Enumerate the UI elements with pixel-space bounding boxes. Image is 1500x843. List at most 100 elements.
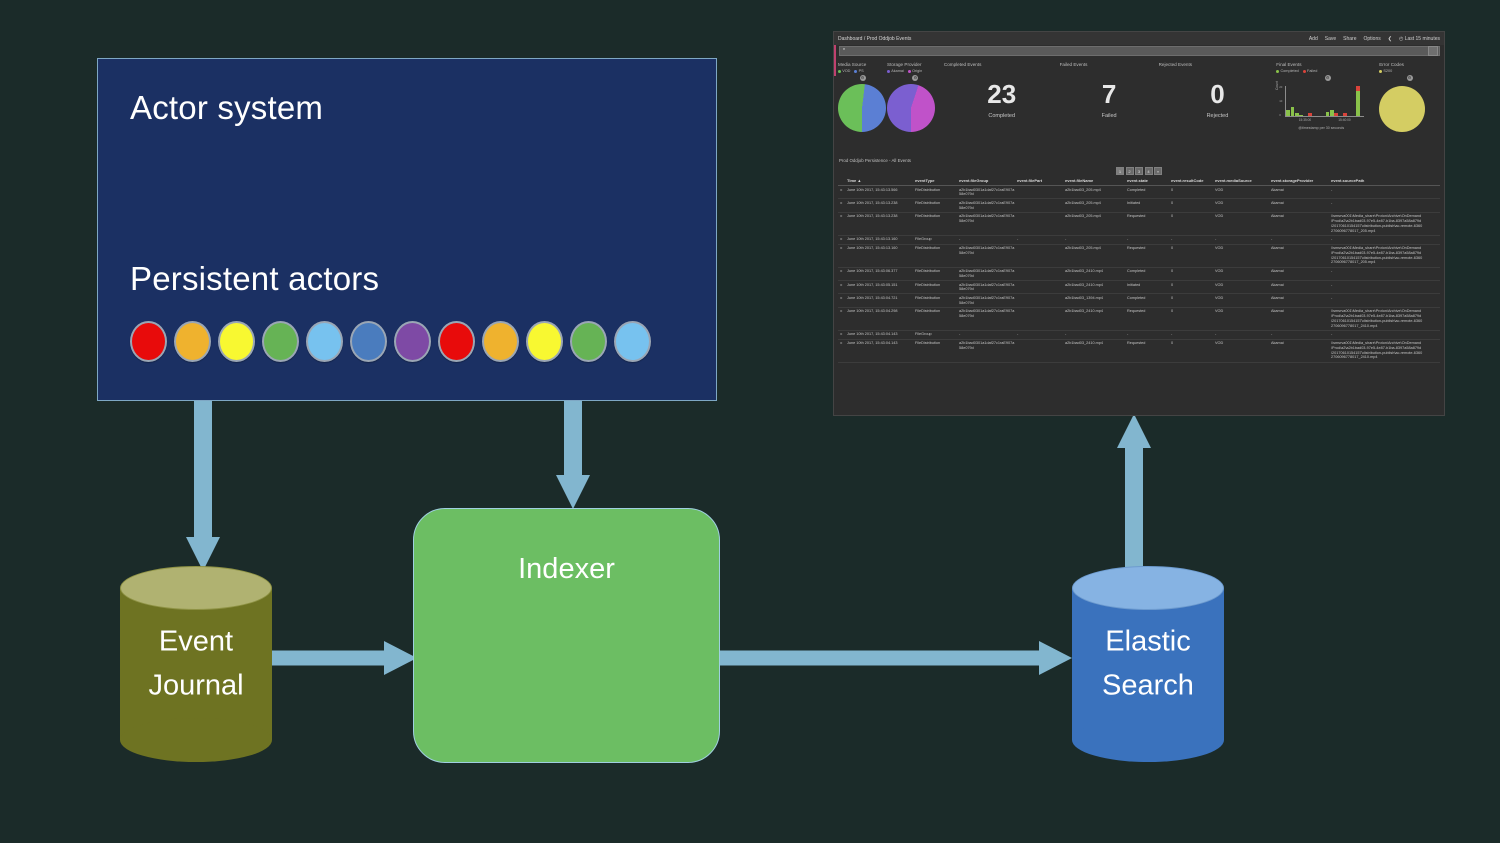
gear-icon[interactable]: ⚙ xyxy=(912,75,919,81)
pagination-item[interactable]: » xyxy=(1154,167,1162,175)
table-row[interactable]: ▸ June 10th 2017, 15:43:13.238 FileDistrib… xyxy=(838,213,1440,236)
column-header[interactable]: event.resultCode xyxy=(1171,178,1215,183)
gear-icon[interactable]: ⚙ xyxy=(859,75,866,81)
table-cell-eventType: FileDistribution xyxy=(915,200,941,205)
table-cell-state: Initiated xyxy=(1127,200,1141,205)
table-cell-time: June 10th 2017, 15:43:04.143 xyxy=(847,332,898,337)
expand-row-icon[interactable]: ▸ xyxy=(838,296,847,301)
pagination-item[interactable]: 3 xyxy=(1135,167,1143,175)
chart-y-ticks: 20 10 0 xyxy=(1279,85,1282,117)
panel-title: Completed Events xyxy=(943,62,982,67)
table-cell-resultCode: - xyxy=(1171,332,1173,337)
pagination-item[interactable]: 1 xyxy=(1116,167,1124,175)
expand-row-icon[interactable]: ▸ xyxy=(838,237,847,242)
expand-row-icon[interactable]: ▸ xyxy=(838,269,847,274)
topnav-item[interactable]: Options xyxy=(1364,36,1381,42)
table-row[interactable]: ▸ June 10th 2017, 15:43:05.151 FileDistrib… xyxy=(838,281,1440,295)
expand-row-icon[interactable]: ▸ xyxy=(838,201,847,206)
table-row[interactable]: ▸ June 10th 2017, 15:43:13.160 FileDistrib… xyxy=(838,245,1440,268)
expand-row-icon[interactable]: ▸ xyxy=(838,283,847,288)
column-header[interactable]: eventType xyxy=(915,178,959,183)
table-cell-storageProvider: Akamai xyxy=(1271,309,1284,314)
expand-row-icon[interactable]: ▸ xyxy=(838,246,847,251)
actor-dot xyxy=(218,321,255,362)
table-row[interactable]: ▸ June 10th 2017, 15:43:13.238 FileDistrib… xyxy=(838,199,1440,213)
actor-dot xyxy=(614,321,651,362)
expand-row-icon[interactable]: ▸ xyxy=(838,309,847,314)
table-cell-storageProvider: Akamai xyxy=(1271,246,1284,251)
actor-dot xyxy=(438,321,475,362)
table-cell-fileGroup: a2b1bad0301a1daf27c1raE907a58e079d xyxy=(959,246,1015,255)
legend-swatch xyxy=(854,69,858,73)
topnav-item[interactable]: ◴ Last 15 minutes xyxy=(1399,36,1440,42)
table-cell-time: June 10th 2017, 15:43:13.238 xyxy=(847,200,898,205)
y-tick: 0 xyxy=(1279,113,1281,117)
table-cell-eventType: FileGroup xyxy=(915,237,932,242)
expand-row-icon[interactable]: ▸ xyxy=(838,332,847,337)
column-header[interactable]: Time ▲ xyxy=(847,178,915,183)
expand-row-icon[interactable]: ▸ xyxy=(838,341,847,346)
table-row[interactable]: ▸ June 10th 2017, 15:43:04.298 FileDistrib… xyxy=(838,308,1440,331)
table-cell-fileGroup: - xyxy=(959,237,961,242)
column-header[interactable]: event.fileName xyxy=(1065,178,1127,183)
table-cell-eventType: FileDistribution xyxy=(915,341,941,346)
table-cell-sourcePath: \\smsrva001\Media_share\Proton\Archive\O… xyxy=(1331,214,1423,233)
bar-group xyxy=(1348,86,1352,116)
bar-group xyxy=(1352,86,1356,116)
panel-error-codes: Error Codes S200 ⚙ xyxy=(1379,60,1440,154)
pagination[interactable]: 1 2 3 4» xyxy=(834,167,1444,175)
dashboard-panels: Media Source VOD PS ⚙ Storage Provider Ak… xyxy=(838,60,1440,154)
table-row[interactable]: ▸ June 10th 2017, 15:43:04.143 FileDistrib… xyxy=(838,340,1440,363)
table-cell-state: Completed xyxy=(1127,269,1146,274)
panel-rejected-events: Rejected Events 0 Rejected xyxy=(1159,60,1277,154)
gear-icon[interactable]: ⚙ xyxy=(1324,75,1331,81)
topnav-item[interactable]: ❮ xyxy=(1388,36,1392,42)
expand-row-icon[interactable]: ▸ xyxy=(838,188,847,193)
table-cell-fileName: - xyxy=(1065,237,1067,242)
table-cell-fileName: - xyxy=(1065,332,1067,337)
dashboard-topbar: Dashboard / Prod Oddjob Events Add Save Sh… xyxy=(834,32,1444,45)
table-cell-resultCode: 0 xyxy=(1171,187,1174,192)
pagination-item[interactable]: 2 xyxy=(1125,167,1134,175)
column-header[interactable]: event.fileGroup xyxy=(959,178,1017,183)
table-row[interactable]: ▸ June 10th 2017, 15:43:04.721 FileDistrib… xyxy=(838,294,1440,308)
column-header[interactable]: event.mediaSource xyxy=(1215,178,1271,183)
bar-failed xyxy=(1334,113,1338,116)
topnav-item[interactable]: Share xyxy=(1343,36,1356,42)
topnav-item[interactable]: Save xyxy=(1325,36,1336,42)
search-input[interactable]: * xyxy=(840,48,1428,54)
table-cell-resultCode: - xyxy=(1171,237,1173,242)
column-header[interactable]: event.state xyxy=(1127,178,1171,183)
bar-failed xyxy=(1343,113,1347,116)
gear-icon[interactable]: ⚙ xyxy=(1406,75,1413,81)
arrow-indexer-to-elastic xyxy=(720,641,1072,675)
elasticsearch-line1: Elastic xyxy=(1105,625,1191,658)
bar-group xyxy=(1325,86,1330,116)
search-bar[interactable]: * xyxy=(839,46,1440,56)
panel-failed-events: Failed Events 7 Failed xyxy=(1060,60,1159,154)
legend-label: Completed xyxy=(1280,69,1299,73)
column-header[interactable]: event.filePart xyxy=(1017,178,1065,183)
panel-title: Storage Provider xyxy=(887,62,922,67)
table-cell-eventType: FileDistribution xyxy=(915,214,941,219)
pagination-item[interactable]: 4 xyxy=(1144,167,1153,175)
table-cell-mediaSource: VOD xyxy=(1215,200,1224,205)
panel-title: Error Codes xyxy=(1379,62,1404,67)
table-row[interactable]: ▸ June 10th 2017, 15:43:04.143 FileGroup - -… xyxy=(838,331,1440,340)
legend-item: PS xyxy=(854,69,864,73)
search-icon[interactable] xyxy=(1428,46,1438,56)
table-cell-storageProvider: Akamai xyxy=(1271,269,1284,274)
column-header[interactable]: event.sourcePath xyxy=(1331,178,1426,183)
topnav-item[interactable]: Add xyxy=(1309,36,1318,42)
bar-group xyxy=(1286,86,1290,116)
table-row[interactable]: ▸ June 10th 2017, 15:43:06.377 FileDistrib… xyxy=(838,268,1440,282)
legend-swatch xyxy=(907,69,911,73)
bar-completed xyxy=(1286,110,1290,116)
table-cell-fileName: a2b1bad03_205.mp4 xyxy=(1065,187,1101,192)
table-cell-sourcePath: - xyxy=(1331,332,1333,337)
table-row[interactable]: ▸ June 10th 2017, 15:43:13.160 FileGroup - -… xyxy=(838,236,1440,245)
column-header[interactable]: event.storageProvider xyxy=(1271,178,1331,183)
table-row[interactable]: ▸ June 10th 2017, 15:43:13.566 FileDistrib… xyxy=(838,186,1440,200)
expand-row-icon[interactable]: ▸ xyxy=(838,214,847,219)
panel-title: Media Source xyxy=(838,62,867,67)
